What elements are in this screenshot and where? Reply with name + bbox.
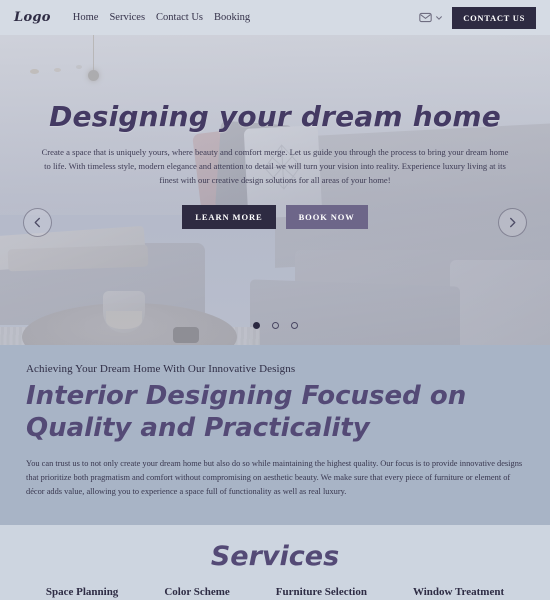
mail-dropdown[interactable] [419, 12, 443, 23]
services-title: Services [210, 541, 340, 572]
navbar-right: CONTACT US [419, 6, 536, 29]
chevron-down-icon [436, 15, 443, 20]
carousel-dot-1[interactable] [252, 322, 260, 329]
service-tab-space-planning[interactable]: Space Planning [46, 586, 118, 598]
service-tab-furniture-selection[interactable]: Furniture Selection [276, 586, 367, 598]
services-section: Services Space Planning Color Scheme Fur… [0, 525, 550, 600]
primary-nav: Home Services Contact Us Booking [73, 12, 250, 23]
chevron-left-icon [34, 217, 40, 228]
book-now-button[interactable]: BOOK NOW [285, 204, 368, 229]
carousel-dots [0, 322, 550, 329]
services-tabs: Space Planning Color Scheme Furniture Se… [0, 586, 550, 598]
carousel-next-button[interactable] [498, 208, 527, 237]
top-navbar: Logo Home Services Contact Us Booking CO… [0, 0, 550, 35]
nav-link-contact-us[interactable]: Contact Us [156, 12, 203, 23]
hero-buttons: LEARN MORE BOOK NOW [182, 204, 368, 229]
hero-carousel: Designing your dream home Create a space… [0, 35, 550, 345]
about-title: Interior Designing Focused on Quality an… [26, 381, 467, 443]
service-tab-window-treatment[interactable]: Window Treatment [413, 586, 504, 598]
about-paragraph: You can trust us to not only create your… [26, 459, 523, 497]
hero-content: Designing your dream home Create a space… [0, 35, 550, 345]
learn-more-button[interactable]: LEARN MORE [182, 204, 276, 229]
landing-page: Logo Home Services Contact Us Booking CO… [0, 0, 550, 600]
hero-paragraph: Create a space that is uniquely yours, w… [41, 146, 509, 185]
about-section: Achieving Your Dream Home With Our Innov… [0, 345, 550, 525]
hero-title: Designing your dream home [49, 100, 501, 133]
about-subtitle: Achieving Your Dream Home With Our Innov… [26, 363, 296, 375]
chevron-right-icon [510, 217, 516, 228]
contact-us-button[interactable]: CONTACT US [452, 6, 536, 29]
nav-link-home[interactable]: Home [73, 12, 99, 23]
service-tab-color-scheme[interactable]: Color Scheme [164, 586, 229, 598]
carousel-dot-2[interactable] [271, 322, 279, 329]
carousel-prev-button[interactable] [23, 208, 52, 237]
site-logo[interactable]: Logo [14, 10, 51, 25]
carousel-dot-3[interactable] [290, 322, 298, 329]
nav-link-booking[interactable]: Booking [214, 12, 250, 23]
mail-icon [419, 12, 432, 23]
nav-link-services[interactable]: Services [109, 12, 145, 23]
